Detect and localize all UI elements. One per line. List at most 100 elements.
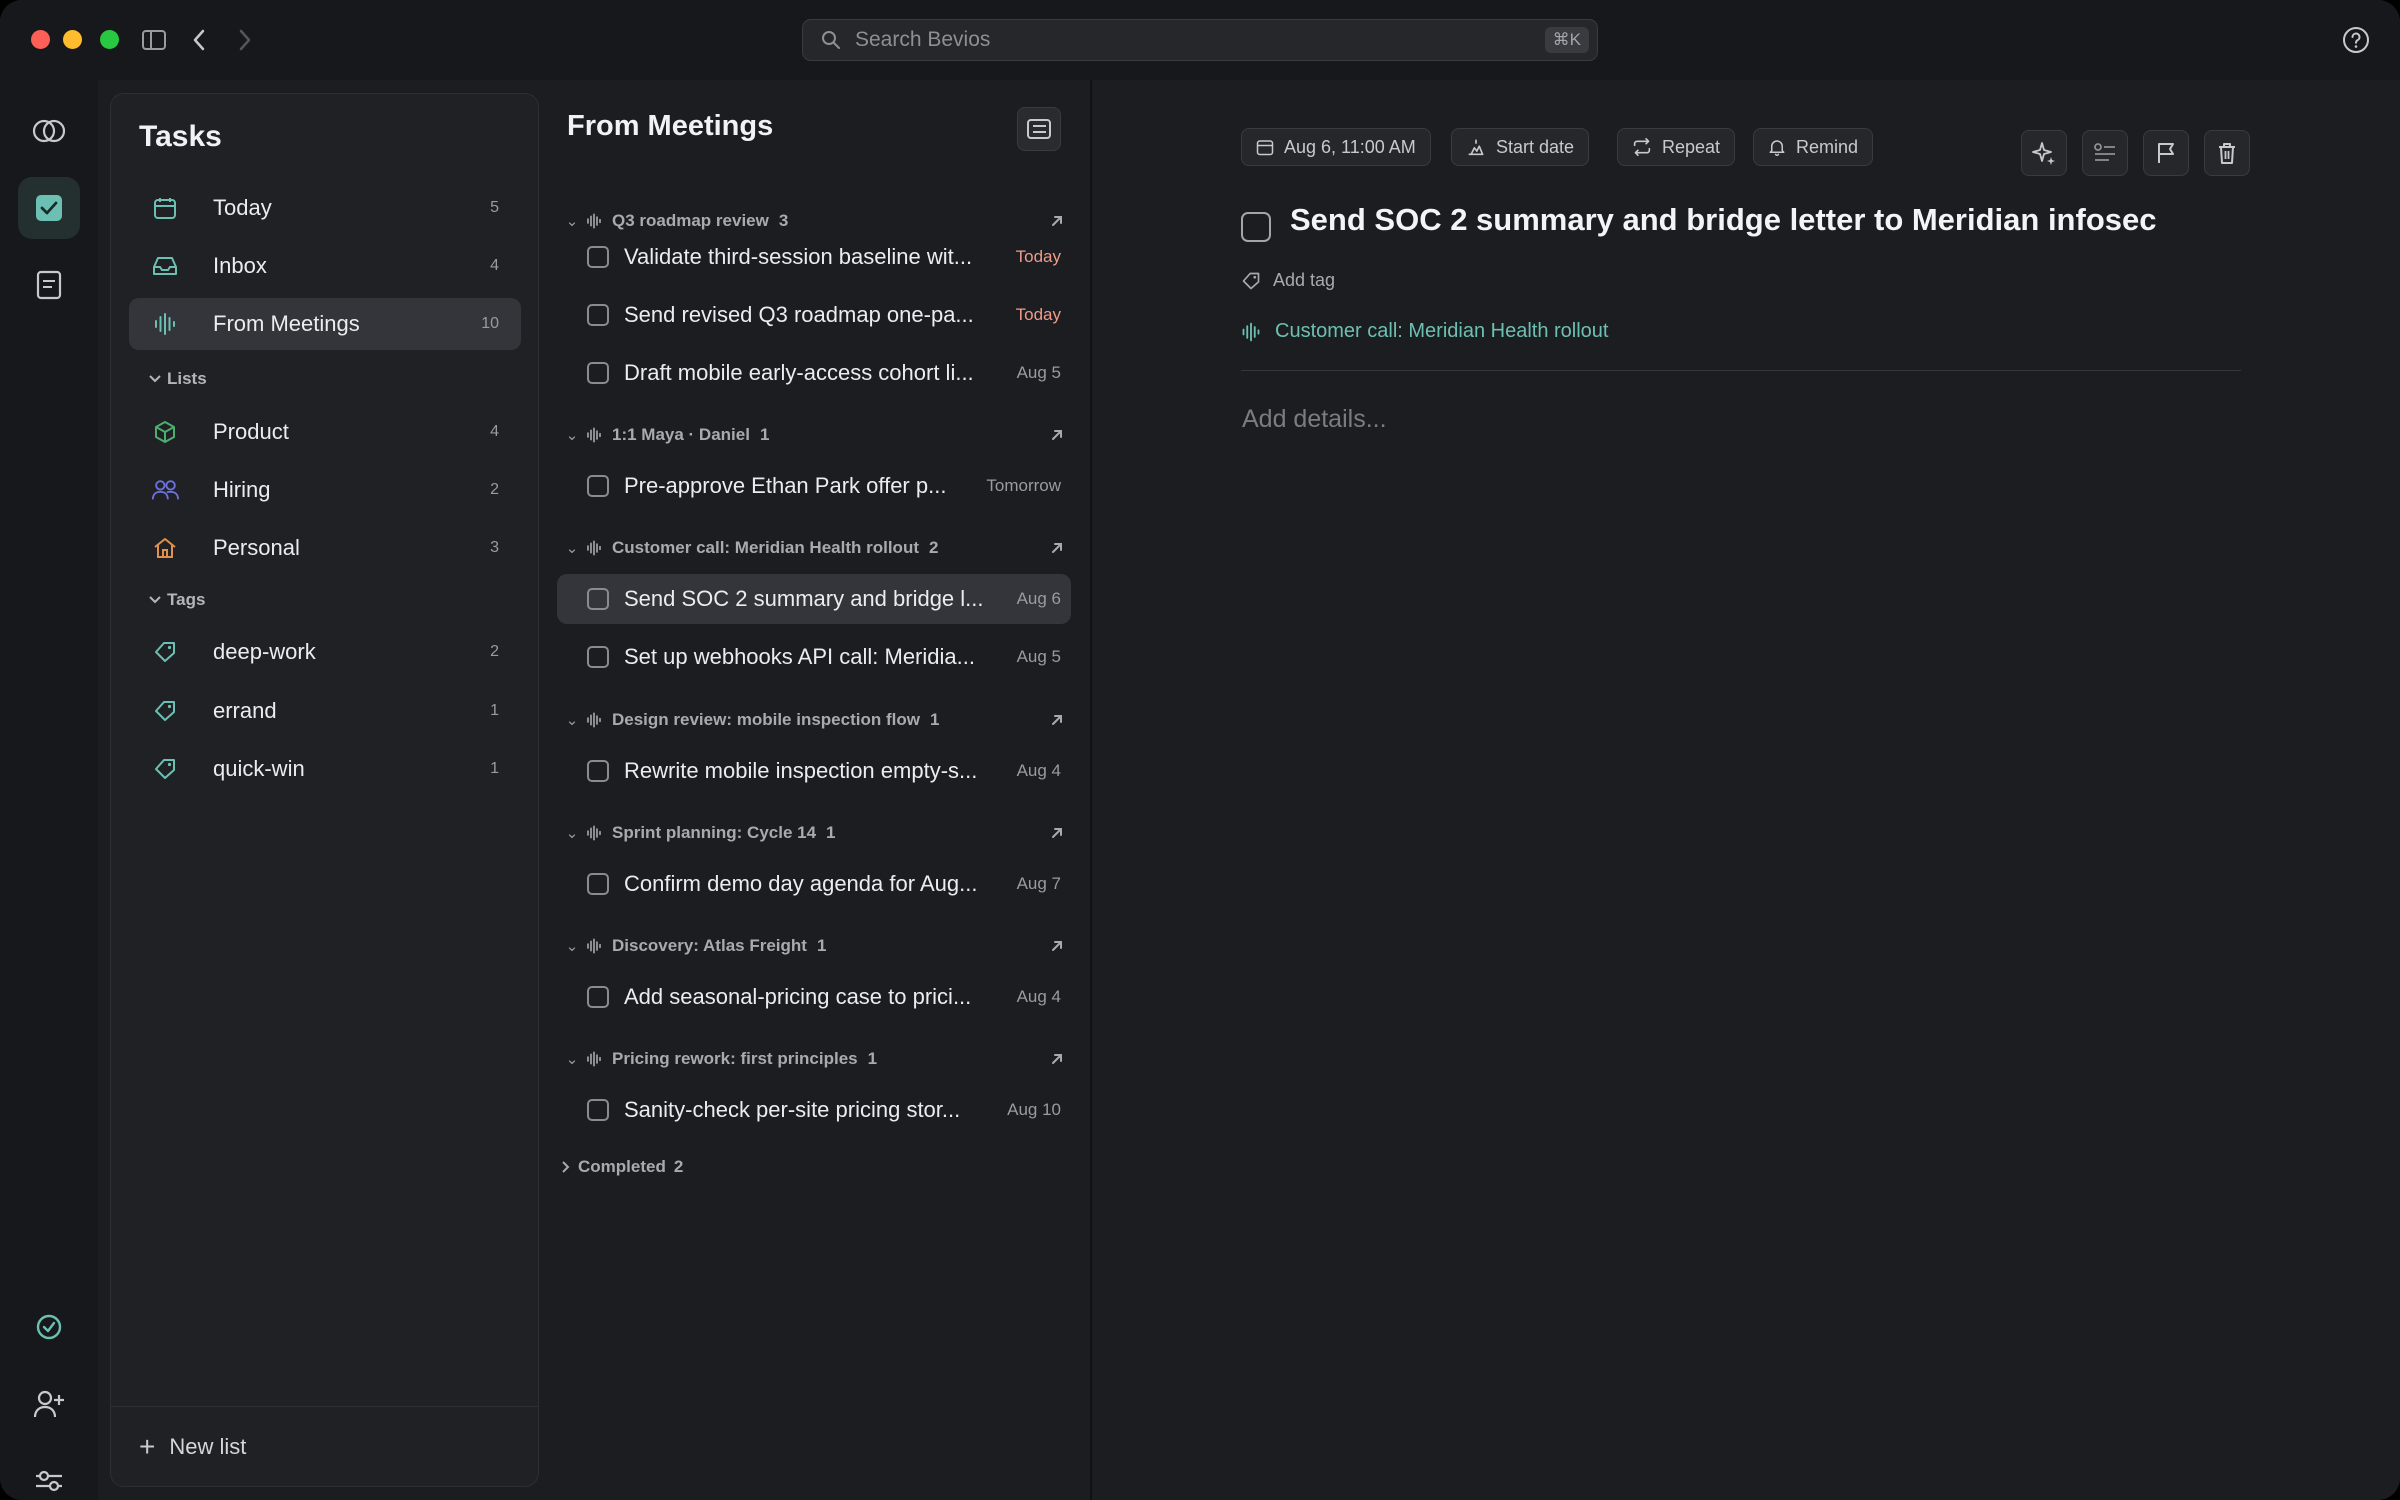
- search-bar[interactable]: Search Bevios ⌘K: [802, 19, 1598, 61]
- list-view-icon: [1027, 119, 1051, 139]
- start-date-chip[interactable]: Start date: [1451, 128, 1590, 166]
- open-meeting-arrow-icon[interactable]: [1048, 711, 1066, 729]
- task-row[interactable]: Set up webhooks API call: Meridia... Aug…: [557, 632, 1071, 682]
- task-row[interactable]: Pre-approve Ethan Park offer p... Tomorr…: [557, 461, 1071, 511]
- task-title: Sanity-check per-site pricing stor...: [624, 1097, 961, 1122]
- forward-icon[interactable]: [229, 24, 261, 56]
- completed-section-toggle[interactable]: Completed 2: [562, 1157, 683, 1177]
- repeat-icon: [1633, 138, 1651, 156]
- waveform-icon: [586, 1051, 606, 1067]
- meeting-group-header[interactable]: ⌄ Discovery: Atlas Freight 1: [562, 931, 1080, 961]
- repeat-chip[interactable]: Repeat: [1617, 128, 1736, 166]
- cube-icon: [151, 418, 179, 446]
- task-row-selected[interactable]: Send SOC 2 summary and bridge l... Aug 6: [557, 574, 1071, 624]
- remind-label: Remind: [1796, 136, 1859, 157]
- back-icon[interactable]: [183, 24, 215, 56]
- delete-button[interactable]: [2204, 130, 2250, 176]
- open-meeting-arrow-icon[interactable]: [1048, 539, 1066, 557]
- due-date-chip[interactable]: Aug 6, 11:00 AM: [1241, 128, 1431, 166]
- checklist-button[interactable]: [2082, 130, 2128, 176]
- task-complete-checkbox[interactable]: [1241, 212, 1271, 242]
- open-meeting-arrow-icon[interactable]: [1048, 426, 1066, 444]
- source-meeting-link[interactable]: Customer call: Meridian Health rollout: [1241, 320, 1608, 343]
- remind-chip[interactable]: Remind: [1753, 128, 1874, 166]
- list-title: From Meetings: [567, 110, 774, 142]
- sidebar-item-personal[interactable]: Personal 3: [129, 522, 521, 574]
- sidebar-item-count: 3: [490, 539, 499, 556]
- task-title: Validate third-session baseline wit...: [624, 244, 973, 269]
- tags-section-toggle[interactable]: Tags: [149, 590, 205, 610]
- task-row[interactable]: Send revised Q3 roadmap one-pa... Today: [557, 290, 1071, 340]
- rail-notes-button[interactable]: [18, 254, 80, 316]
- lists-section-toggle[interactable]: Lists: [149, 369, 207, 389]
- sidebar-item-label: deep-work: [213, 639, 316, 664]
- task-checkbox[interactable]: [587, 362, 609, 384]
- sync-status-icon[interactable]: [18, 1296, 80, 1358]
- settings-sliders-icon[interactable]: [18, 1450, 80, 1500]
- task-checkbox[interactable]: [587, 304, 609, 326]
- task-row[interactable]: Sanity-check per-site pricing stor... Au…: [557, 1085, 1071, 1135]
- open-meeting-arrow-icon[interactable]: [1048, 824, 1066, 842]
- sidebar-item-today[interactable]: Today 5: [129, 182, 521, 234]
- new-list-button[interactable]: + New list: [111, 1406, 538, 1486]
- ai-assist-button[interactable]: [2021, 130, 2067, 176]
- start-date-icon: [1468, 139, 1484, 156]
- sidebar-item-count: 2: [490, 481, 499, 498]
- meeting-group-header[interactable]: ⌄ 1:1 Maya · Daniel 1: [562, 420, 1080, 450]
- task-row[interactable]: Rewrite mobile inspection empty-s... Aug…: [557, 746, 1071, 796]
- task-row[interactable]: Add seasonal-pricing case to prici... Au…: [557, 972, 1071, 1022]
- task-checkbox[interactable]: [587, 1099, 609, 1121]
- chevron-down-icon: ⌄: [565, 540, 579, 557]
- close-window-button[interactable]: [31, 30, 50, 49]
- task-detail-title[interactable]: Send SOC 2 summary and bridge letter to …: [1290, 202, 2156, 238]
- task-checkbox[interactable]: [587, 760, 609, 782]
- task-checkbox[interactable]: [587, 246, 609, 268]
- bell-icon: [1769, 140, 1785, 156]
- waveform-icon: [586, 213, 606, 229]
- sidebar-item-product[interactable]: Product 4: [129, 406, 521, 458]
- task-title: Send SOC 2 summary and bridge l...: [624, 586, 984, 611]
- minimize-window-button[interactable]: [63, 30, 82, 49]
- app-window: Search Bevios ⌘K Tasks Today 5 Inbox 4 F…: [0, 0, 2400, 1500]
- task-checkbox[interactable]: [587, 986, 609, 1008]
- trash-icon: [2219, 143, 2235, 164]
- task-row[interactable]: Confirm demo day agenda for Aug... Aug 7: [557, 859, 1071, 909]
- zoom-window-button[interactable]: [100, 30, 119, 49]
- search-placeholder: Search Bevios: [855, 28, 991, 51]
- sidebar-item-tag-errand[interactable]: errand 1: [129, 685, 521, 737]
- task-checkbox[interactable]: [587, 646, 609, 668]
- rail-meetings-button[interactable]: [18, 100, 80, 162]
- task-row[interactable]: Validate third-session baseline wit... T…: [557, 232, 1071, 282]
- calendar-icon: [151, 194, 179, 222]
- sidebar-item-from-meetings[interactable]: From Meetings 10: [129, 298, 521, 350]
- meeting-group-header[interactable]: ⌄ Design review: mobile inspection flow …: [562, 705, 1080, 735]
- sidebar-item-inbox[interactable]: Inbox 4: [129, 240, 521, 292]
- rail-tasks-button[interactable]: [18, 177, 80, 239]
- meeting-group-header[interactable]: ⌄ Sprint planning: Cycle 14 1: [562, 818, 1080, 848]
- sidebar-item-count: 4: [490, 423, 499, 440]
- add-tag-button[interactable]: Add tag: [1241, 270, 1335, 291]
- meeting-group-header[interactable]: ⌄ Customer call: Meridian Health rollout…: [562, 533, 1080, 563]
- open-meeting-arrow-icon[interactable]: [1048, 1050, 1066, 1068]
- task-due: Aug 5: [1016, 363, 1061, 382]
- sidebar-toggle-icon[interactable]: [138, 24, 170, 56]
- task-row[interactable]: Draft mobile early-access cohort li... A…: [557, 348, 1071, 398]
- chevron-down-icon: ⌄: [565, 938, 579, 955]
- completed-count: 2: [673, 1157, 684, 1176]
- task-details-input[interactable]: Add details...: [1242, 405, 1387, 434]
- task-due: Today: [1015, 305, 1061, 324]
- task-checkbox[interactable]: [587, 475, 609, 497]
- flag-button[interactable]: [2143, 130, 2189, 176]
- sidebar-item-hiring[interactable]: Hiring 2: [129, 464, 521, 516]
- task-checkbox[interactable]: [587, 873, 609, 895]
- view-options-button[interactable]: [1017, 107, 1061, 151]
- sidebar-item-tag-deep-work[interactable]: deep-work 2: [129, 626, 521, 678]
- open-meeting-arrow-icon[interactable]: [1048, 937, 1066, 955]
- sidebar-item-tag-quick-win[interactable]: quick-win 1: [129, 743, 521, 795]
- meeting-group-header[interactable]: ⌄ Pricing rework: first principles 1: [562, 1044, 1080, 1074]
- open-meeting-arrow-icon[interactable]: [1048, 212, 1066, 230]
- help-icon[interactable]: [2342, 26, 2370, 54]
- task-checkbox[interactable]: [587, 588, 609, 610]
- add-user-icon[interactable]: [18, 1373, 80, 1435]
- chevron-down-icon: ⌄: [565, 712, 579, 729]
